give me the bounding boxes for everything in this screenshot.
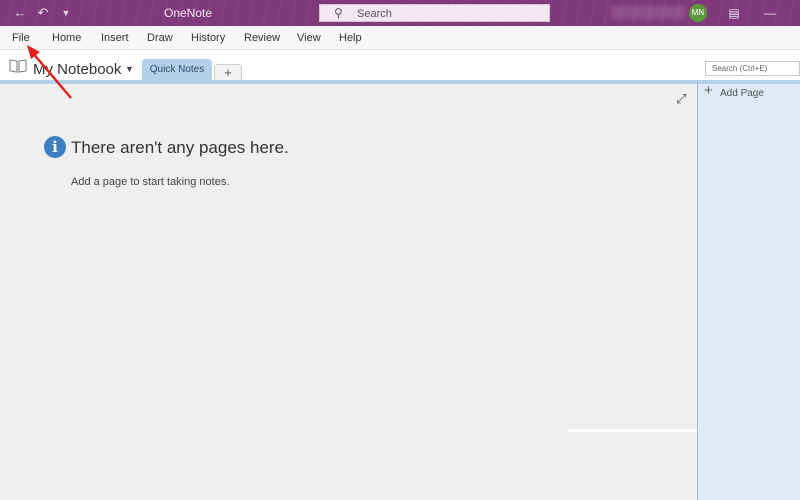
page-search-input[interactable]: Search (Ctrl+E) (705, 61, 800, 76)
expand-icon[interactable]: ⤢ (676, 91, 686, 107)
menu-draw[interactable]: Draw (147, 32, 173, 44)
empty-state-title: There aren't any pages here. (71, 138, 289, 157)
back-icon[interactable]: ← (11, 4, 29, 22)
notebook-icon (9, 59, 27, 73)
add-page-label: Add Page (720, 88, 764, 99)
menu-home[interactable]: Home (52, 32, 81, 44)
info-icon: i (44, 136, 66, 158)
notebook-bar: My Notebook ▼ Quick Notes + Search (Ctrl… (0, 50, 800, 81)
minimize-icon[interactable]: — (761, 4, 779, 22)
search-icon: ⚲ (334, 6, 343, 20)
tab-quick-notes[interactable]: Quick Notes (142, 59, 212, 81)
search-placeholder: Search (357, 8, 392, 20)
menu-help[interactable]: Help (339, 32, 362, 44)
ribbon-display-options-icon[interactable]: ▤ (725, 4, 743, 22)
search-input[interactable]: ⚲ Search (319, 4, 550, 22)
undo-icon[interactable]: ↶ (34, 4, 52, 22)
chevron-down-icon[interactable]: ▼ (125, 64, 134, 74)
menu-insert[interactable]: Insert (101, 32, 129, 44)
empty-state-subtitle: Add a page to start taking notes. (71, 176, 230, 188)
account-name-redacted[interactable] (611, 6, 686, 19)
avatar[interactable]: MN (689, 4, 707, 22)
add-section-button[interactable]: + (214, 64, 242, 81)
add-page-button[interactable]: + Add Page (704, 82, 800, 102)
title-bar: ← ↶ ▼ OneNote ⚲ Search MN ▤ — (0, 0, 800, 26)
page-list-pane (697, 84, 800, 500)
app-title: OneNote (164, 6, 213, 20)
menu-history[interactable]: History (191, 32, 225, 44)
notebook-name[interactable]: My Notebook (33, 61, 121, 78)
menu-view[interactable]: View (297, 32, 321, 44)
menu-bar: File Home Insert Draw History Review Vie… (0, 26, 800, 50)
menu-review[interactable]: Review (244, 32, 280, 44)
plus-icon: + (704, 82, 713, 99)
menu-file[interactable]: File (12, 32, 30, 44)
quick-access-dropdown-icon[interactable]: ▼ (57, 4, 75, 22)
